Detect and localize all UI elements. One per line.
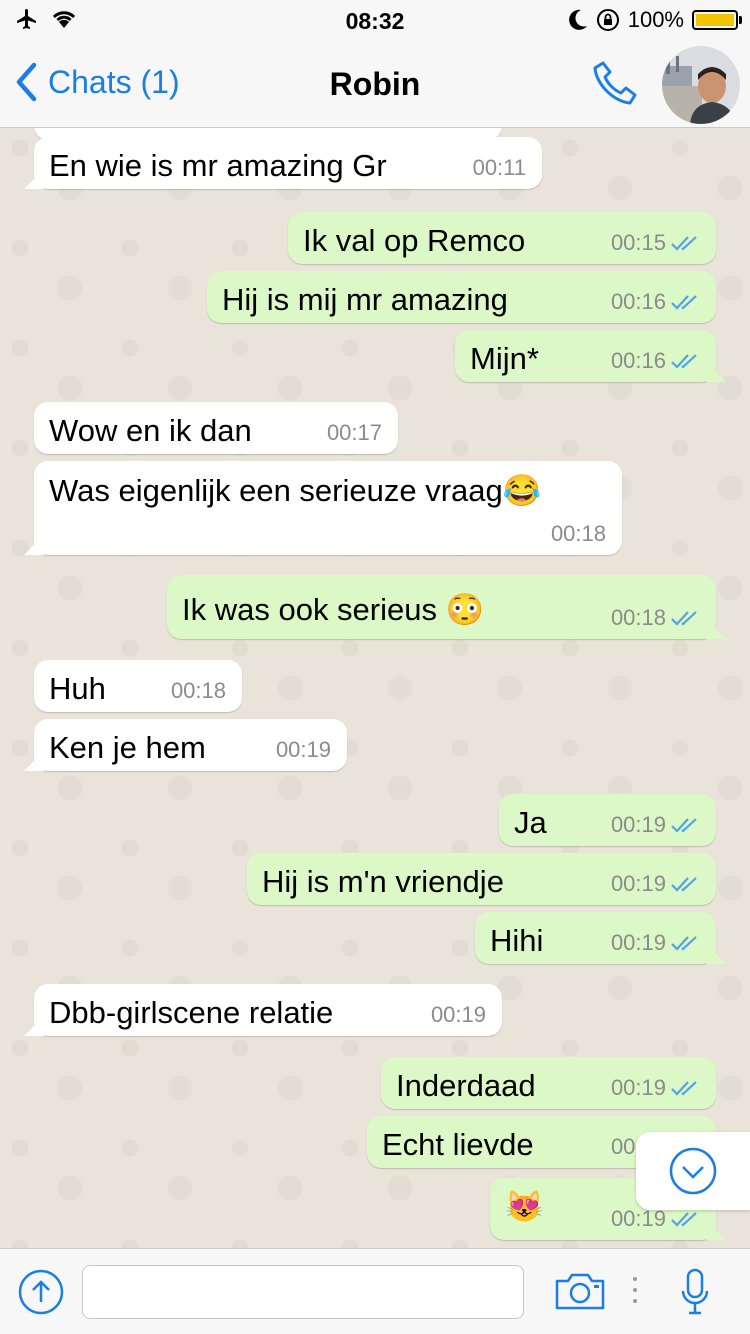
read-ticks-icon: [671, 1212, 697, 1227]
message-bubble[interactable]: Ik val op Remco 00:15: [288, 212, 716, 264]
message-text: Dbb-girlscene relatie: [49, 995, 334, 1030]
message-time: 00:15: [610, 230, 666, 255]
message-text: Hihi: [490, 923, 544, 958]
read-ticks-icon: [671, 354, 697, 369]
message-meta: 00:15: [611, 230, 700, 256]
message-text: Was eigenlijk een serieuze vraag😂: [49, 473, 542, 508]
chevron-down-icon: [669, 1147, 717, 1195]
message-bubble[interactable]: Ik was ook serieus 😳 00:18: [167, 575, 716, 639]
message-meta: 00:16: [611, 348, 700, 374]
message-meta: 00:19: [611, 871, 700, 897]
contact-avatar[interactable]: [662, 46, 740, 124]
message-time: 00:19: [430, 1002, 486, 1027]
message-meta: 00:18: [171, 678, 226, 704]
message-time: 00:16: [610, 348, 666, 373]
message-text: En wie is mr amazing Gr: [49, 148, 387, 183]
message-time: 00:18: [550, 521, 606, 546]
message-bubble[interactable]: Dbb-girlscene relatie 00:19: [34, 984, 502, 1036]
message-bubble[interactable]: Ja 00:19: [499, 794, 716, 846]
message-meta: 00:19: [611, 812, 700, 838]
message-text: Wow en ik dan: [49, 413, 252, 448]
message-time: 00:17: [326, 420, 382, 445]
read-ticks-icon: [671, 611, 697, 626]
message-meta: 00:11: [473, 155, 526, 181]
share-button[interactable]: [18, 1269, 64, 1320]
read-ticks-icon: [671, 1081, 697, 1096]
message-meta: 00:19: [431, 1002, 486, 1028]
message-time: 00:18: [610, 605, 666, 630]
message-time: 00:18: [170, 678, 226, 703]
message-text: 😻: [505, 1189, 544, 1224]
moon-icon: [568, 9, 587, 30]
battery-percent: 100%: [627, 7, 684, 32]
message-time: 00:19: [610, 930, 666, 955]
message-text: Ik val op Remco: [303, 223, 526, 258]
microphone-icon: [681, 1268, 709, 1315]
phone-icon: [593, 61, 637, 105]
message-time: 00:11: [472, 155, 526, 180]
message-meta: 00:16: [611, 289, 700, 315]
message-bubble[interactable]: Inderdaad 00:19: [381, 1057, 716, 1109]
read-ticks-icon: [671, 236, 697, 251]
read-ticks-icon: [671, 936, 697, 951]
message-list[interactable]: En wie is mr amazing Gr 00:11 Ik val op …: [0, 128, 750, 1248]
message-meta: 00:19: [611, 1075, 700, 1101]
message-meta: 00:18: [611, 605, 700, 631]
message-text: Echt lievde: [382, 1127, 534, 1162]
scroll-to-bottom-button[interactable]: [636, 1132, 750, 1210]
microphone-button[interactable]: [680, 1267, 710, 1322]
message-input[interactable]: [82, 1265, 524, 1319]
message-meta: 00:19: [276, 737, 331, 763]
message-meta: 00:18: [551, 521, 606, 547]
battery-icon: [692, 10, 742, 30]
message-time: 00:19: [275, 737, 331, 762]
message-text: Hij is m'n vriendje: [262, 864, 504, 899]
message-time: 00:19: [610, 1075, 666, 1100]
message-bubble[interactable]: En wie is mr amazing Gr 00:11: [34, 137, 542, 189]
camera-icon: [555, 1273, 605, 1310]
message-text: Inderdaad: [396, 1068, 536, 1103]
message-text: Huh: [49, 671, 106, 706]
message-text: Ja: [514, 805, 547, 840]
message-time: 00:19: [610, 871, 666, 896]
message-bubble[interactable]: Was eigenlijk een serieuze vraag😂 00:18: [34, 461, 622, 555]
read-ticks-icon: [671, 818, 697, 833]
message-text: Hij is mij mr amazing: [222, 282, 508, 317]
camera-button[interactable]: [554, 1271, 606, 1316]
message-meta: 00:17: [327, 420, 382, 446]
read-ticks-icon: [671, 877, 697, 892]
message-bubble[interactable]: Huh 00:18: [34, 660, 242, 712]
message-bubble[interactable]: Ken je hem 00:19: [34, 719, 347, 771]
message-time: 00:19: [610, 812, 666, 837]
message-text: Ik was ook serieus 😳: [182, 592, 485, 627]
message-text: Ken je hem: [49, 730, 206, 765]
chat-header: Chats (1) Robin: [0, 40, 750, 128]
message-bubble[interactable]: Mijn* 00:16: [455, 330, 716, 382]
read-ticks-icon: [671, 295, 697, 310]
avatar-photo: [662, 46, 740, 124]
message-bubble[interactable]: Wow en ik dan 00:17: [34, 402, 398, 454]
call-button[interactable]: [590, 58, 640, 113]
composer-bar: [0, 1248, 750, 1334]
message-text: Mijn*: [470, 341, 539, 376]
message-time: 00:16: [610, 289, 666, 314]
message-bubble[interactable]: Hihi 00:19: [475, 912, 716, 964]
rotation-lock-icon: [596, 9, 619, 31]
message-meta: 00:19: [611, 930, 700, 956]
message-bubble[interactable]: Hij is m'n vriendje 00:19: [247, 853, 716, 905]
share-icon: [18, 1269, 64, 1315]
message-bubble[interactable]: Hij is mij mr amazing 00:16: [207, 271, 716, 323]
status-right: 100%: [568, 7, 742, 33]
status-bar: 08:32 100%: [0, 0, 750, 40]
divider-dots: [632, 1275, 638, 1310]
